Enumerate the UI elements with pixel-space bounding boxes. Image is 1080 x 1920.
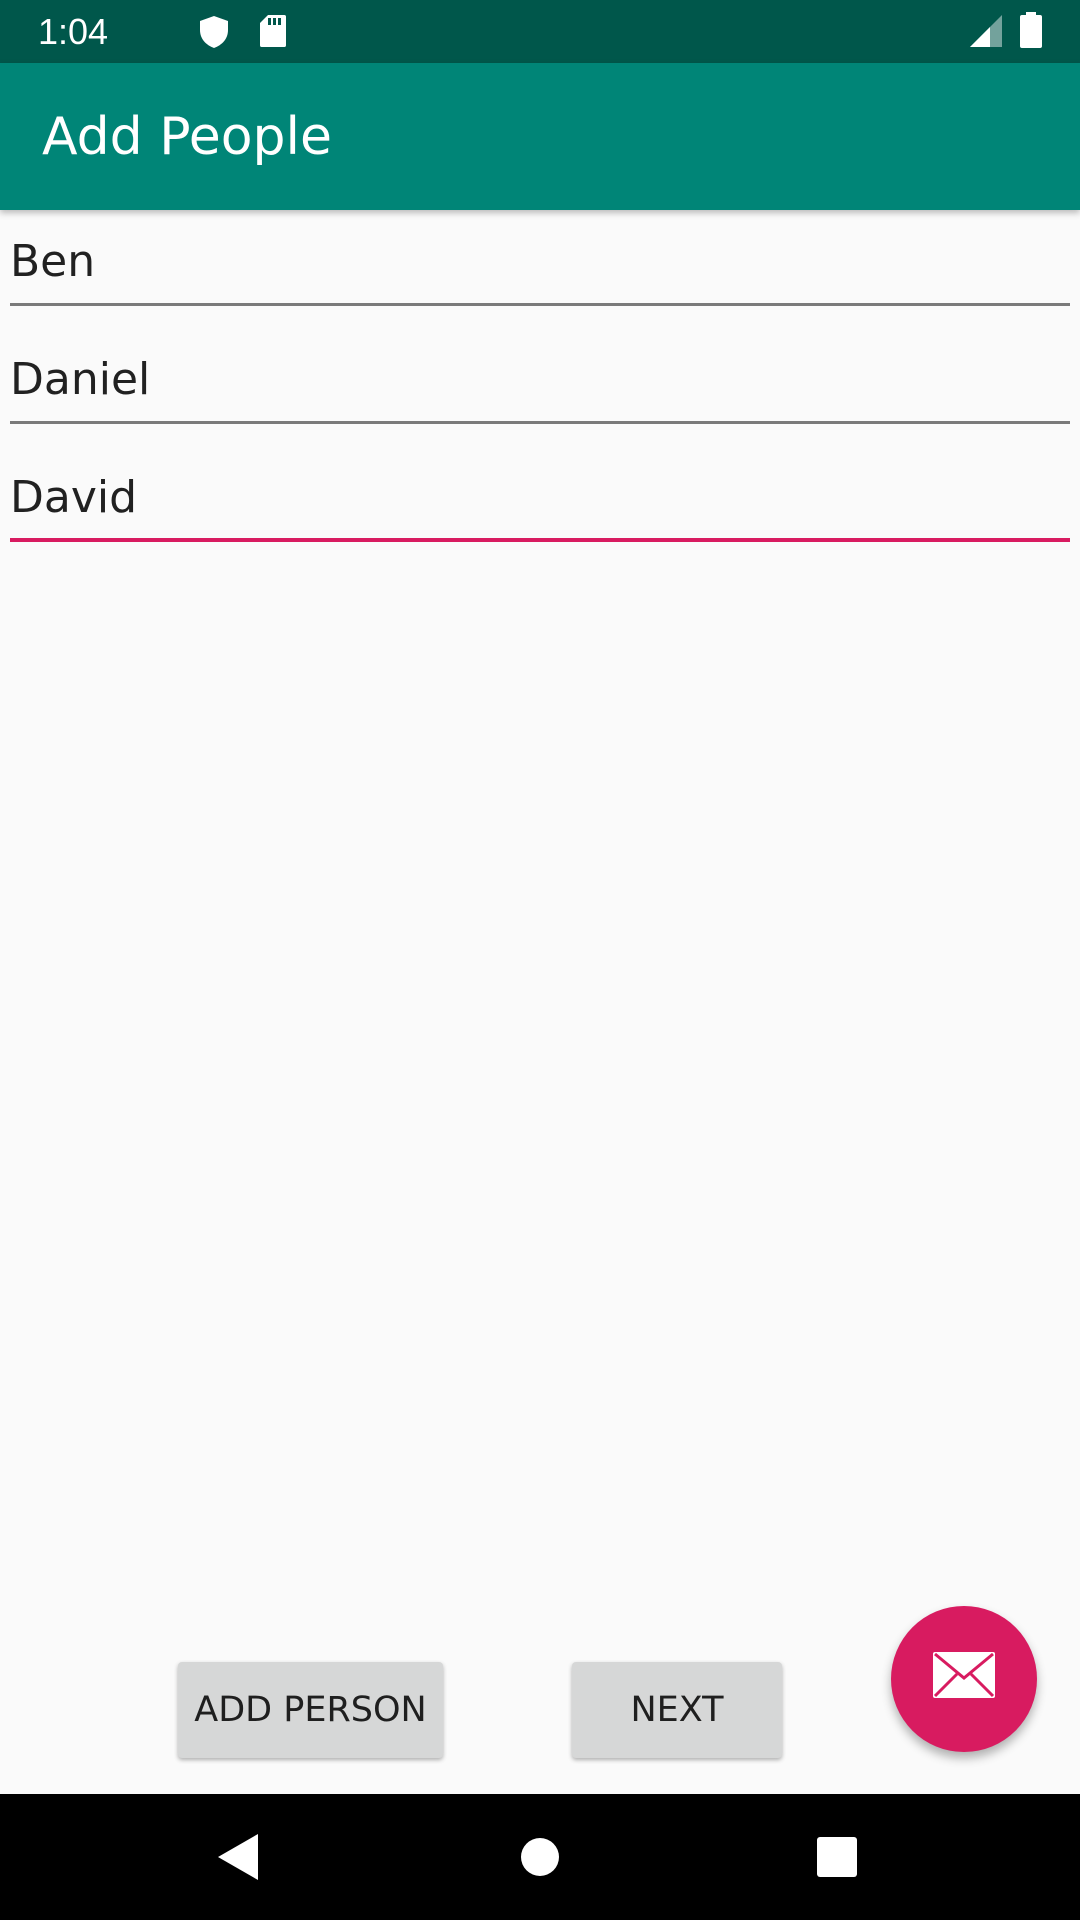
person-name-input-1[interactable] xyxy=(10,220,1070,306)
person-name-input-2[interactable] xyxy=(10,338,1070,424)
status-time: 1:04 xyxy=(38,11,109,52)
screen: 1:04 Add People Ben Daniel David ADD PER… xyxy=(0,0,1080,1920)
battery-icon xyxy=(1020,12,1042,52)
signal-icon xyxy=(970,15,1002,51)
person-name-input-3[interactable] xyxy=(10,456,1070,542)
email-icon xyxy=(933,1652,995,1698)
shield-icon xyxy=(198,15,230,53)
person-name-field-2 xyxy=(10,338,1070,428)
app-bar: Add People xyxy=(0,63,1080,210)
recents-icon[interactable] xyxy=(817,1837,857,1881)
back-icon[interactable] xyxy=(218,1834,258,1884)
email-fab-button[interactable] xyxy=(891,1606,1037,1752)
navigation-bar xyxy=(0,1794,1080,1920)
person-name-field-3 xyxy=(10,456,1070,546)
next-button[interactable]: NEXT xyxy=(572,1662,782,1758)
home-icon[interactable] xyxy=(520,1837,560,1881)
person-name-field-1 xyxy=(10,220,1070,310)
sd-card-icon xyxy=(259,14,287,52)
add-person-button[interactable]: ADD PERSON xyxy=(178,1662,443,1758)
status-bar: 1:04 xyxy=(0,0,1080,63)
page-title: Add People xyxy=(42,107,332,167)
